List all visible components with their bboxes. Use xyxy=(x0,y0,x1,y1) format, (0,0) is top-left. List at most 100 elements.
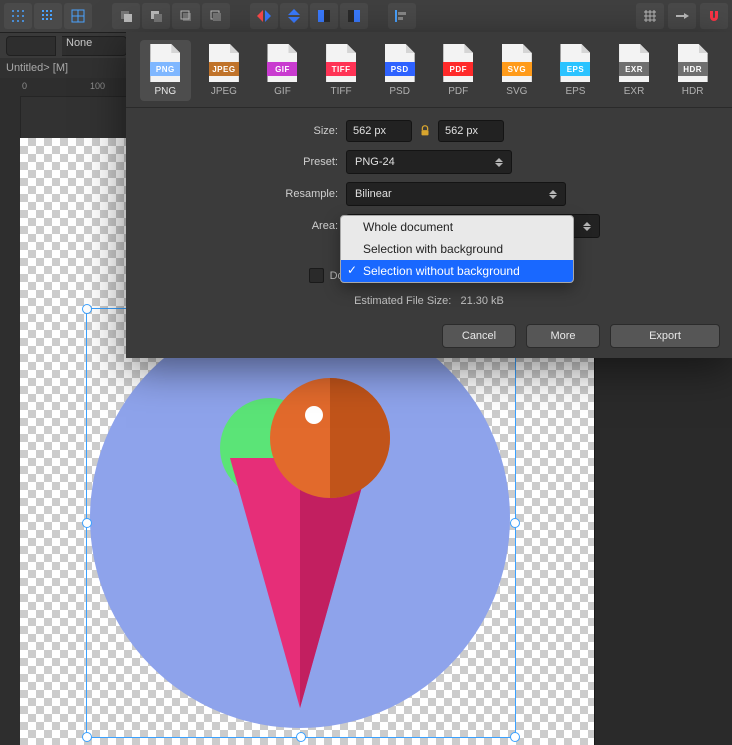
snap-grid-button[interactable] xyxy=(4,3,32,29)
format-label: SVG xyxy=(506,86,527,97)
document-tab[interactable]: Untitled> [M] xyxy=(6,62,68,74)
handle-left[interactable] xyxy=(82,518,92,528)
move-back-icon xyxy=(208,8,224,24)
arrange-backward-button[interactable] xyxy=(172,3,200,29)
area-option[interactable]: Selection without background xyxy=(341,260,573,282)
file-icon: EPS xyxy=(560,44,590,82)
snap-object-button[interactable] xyxy=(64,3,92,29)
format-label: PNG xyxy=(154,86,176,97)
arrange-front-button[interactable] xyxy=(112,3,140,29)
resample-combo[interactable]: Bilinear xyxy=(346,182,566,206)
file-icon: HDR xyxy=(678,44,708,82)
lock-icon[interactable] xyxy=(418,124,432,138)
rotate-ccw-icon xyxy=(316,8,332,24)
align-button[interactable] xyxy=(388,3,416,29)
align-icon xyxy=(394,8,410,24)
file-icon: TIFF xyxy=(326,44,356,82)
ruler-mark: 100 xyxy=(90,81,105,91)
stepper-icon xyxy=(583,217,597,235)
preset-label: Preset: xyxy=(146,156,346,168)
main-toolbar xyxy=(0,0,732,33)
ruler-mark: 0 xyxy=(22,81,27,91)
format-label: EXR xyxy=(624,86,645,97)
format-label: EPS xyxy=(565,86,585,97)
format-label: JPEG xyxy=(211,86,237,97)
handle-right[interactable] xyxy=(510,518,520,528)
snapping-toggle-button[interactable] xyxy=(700,3,728,29)
snap-pixel-button[interactable] xyxy=(34,3,62,29)
area-menu[interactable]: Whole documentSelection with backgroundS… xyxy=(340,215,574,283)
stroke-dash-value: None xyxy=(66,37,92,49)
format-png[interactable]: PNG PNG xyxy=(140,40,191,101)
est-label: Estimated File Size: xyxy=(354,295,451,307)
file-icon: JPEG xyxy=(209,44,239,82)
export-button[interactable]: Export xyxy=(610,324,720,348)
rotate-cw-button[interactable] xyxy=(340,3,368,29)
flip-v-icon xyxy=(286,8,302,24)
width-input[interactable] xyxy=(346,120,412,142)
format-gif[interactable]: GIFGIF xyxy=(257,40,308,101)
format-pdf[interactable]: PDF PDF xyxy=(433,40,484,101)
format-label: PSD xyxy=(389,86,410,97)
preset-value: PNG-24 xyxy=(355,156,395,168)
move-front-icon xyxy=(118,8,134,24)
format-exr[interactable]: EXR EXR xyxy=(609,40,660,101)
file-icon: PDF xyxy=(443,44,473,82)
file-icon: EXR xyxy=(619,44,649,82)
stroke-dash-input[interactable]: None xyxy=(62,36,127,56)
rotate-cw-icon xyxy=(346,8,362,24)
area-label: Area: xyxy=(146,220,346,232)
magnet-icon xyxy=(706,8,722,24)
format-label: PDF xyxy=(448,86,468,97)
move-forward-icon xyxy=(148,8,164,24)
format-label: HDR xyxy=(682,86,704,97)
stepper-icon xyxy=(549,185,563,203)
format-row: PNGPNGJPEGJPEGGIFGIFTIFFTIFFPSDPSDPDFPDF… xyxy=(126,32,732,108)
arrange-forward-button[interactable] xyxy=(142,3,170,29)
format-tiff[interactable]: TIFF TIFF xyxy=(316,40,367,101)
handle-bottom-right[interactable] xyxy=(510,732,520,742)
flip-vertical-button[interactable] xyxy=(280,3,308,29)
file-icon: SVG xyxy=(502,44,532,82)
format-label: TIFF xyxy=(331,86,352,97)
file-icon: GIF xyxy=(267,44,297,82)
cancel-button[interactable]: Cancel xyxy=(442,324,516,348)
preset-combo[interactable]: PNG-24 xyxy=(346,150,512,174)
flip-horizontal-button[interactable] xyxy=(250,3,278,29)
grid-icon xyxy=(642,8,658,24)
est-value: 21.30 kB xyxy=(460,295,503,307)
handle-top-left[interactable] xyxy=(82,304,92,314)
guides-icon xyxy=(674,8,690,24)
snap-pixel-icon xyxy=(40,8,56,24)
format-hdr[interactable]: HDR HDR xyxy=(667,40,718,101)
area-option[interactable]: Whole document xyxy=(341,216,573,238)
snap-grid-icon xyxy=(10,8,26,24)
stroke-width-input[interactable] xyxy=(6,36,56,56)
height-input[interactable] xyxy=(438,120,504,142)
format-eps[interactable]: EPS EPS xyxy=(550,40,601,101)
file-icon: PNG xyxy=(150,44,180,82)
file-icon: PSD xyxy=(385,44,415,82)
ruler-corner xyxy=(0,78,21,97)
guides-button[interactable] xyxy=(668,3,696,29)
format-psd[interactable]: PSD PSD xyxy=(374,40,425,101)
format-jpeg[interactable]: JPEG JPEG xyxy=(199,40,250,101)
document-tabs: Untitled> [M] xyxy=(0,58,138,79)
selection-bounds[interactable] xyxy=(86,308,516,738)
dont-export-checkbox[interactable] xyxy=(309,268,324,283)
ruler-vertical xyxy=(0,96,21,745)
flip-h-icon xyxy=(256,8,272,24)
more-button[interactable]: More xyxy=(526,324,600,348)
resample-value: Bilinear xyxy=(355,188,392,200)
area-option[interactable]: Selection with background xyxy=(341,238,573,260)
handle-bottom[interactable] xyxy=(296,732,306,742)
format-svg[interactable]: SVG SVG xyxy=(492,40,543,101)
grid-manager-button[interactable] xyxy=(636,3,664,29)
stepper-icon xyxy=(495,153,509,171)
handle-bottom-left[interactable] xyxy=(82,732,92,742)
rotate-ccw-button[interactable] xyxy=(310,3,338,29)
arrange-back-button[interactable] xyxy=(202,3,230,29)
size-label: Size: xyxy=(146,125,346,137)
resample-label: Resample: xyxy=(146,188,346,200)
export-dialog: PNGPNGJPEGJPEGGIFGIFTIFFTIFFPSDPSDPDFPDF… xyxy=(126,32,732,358)
